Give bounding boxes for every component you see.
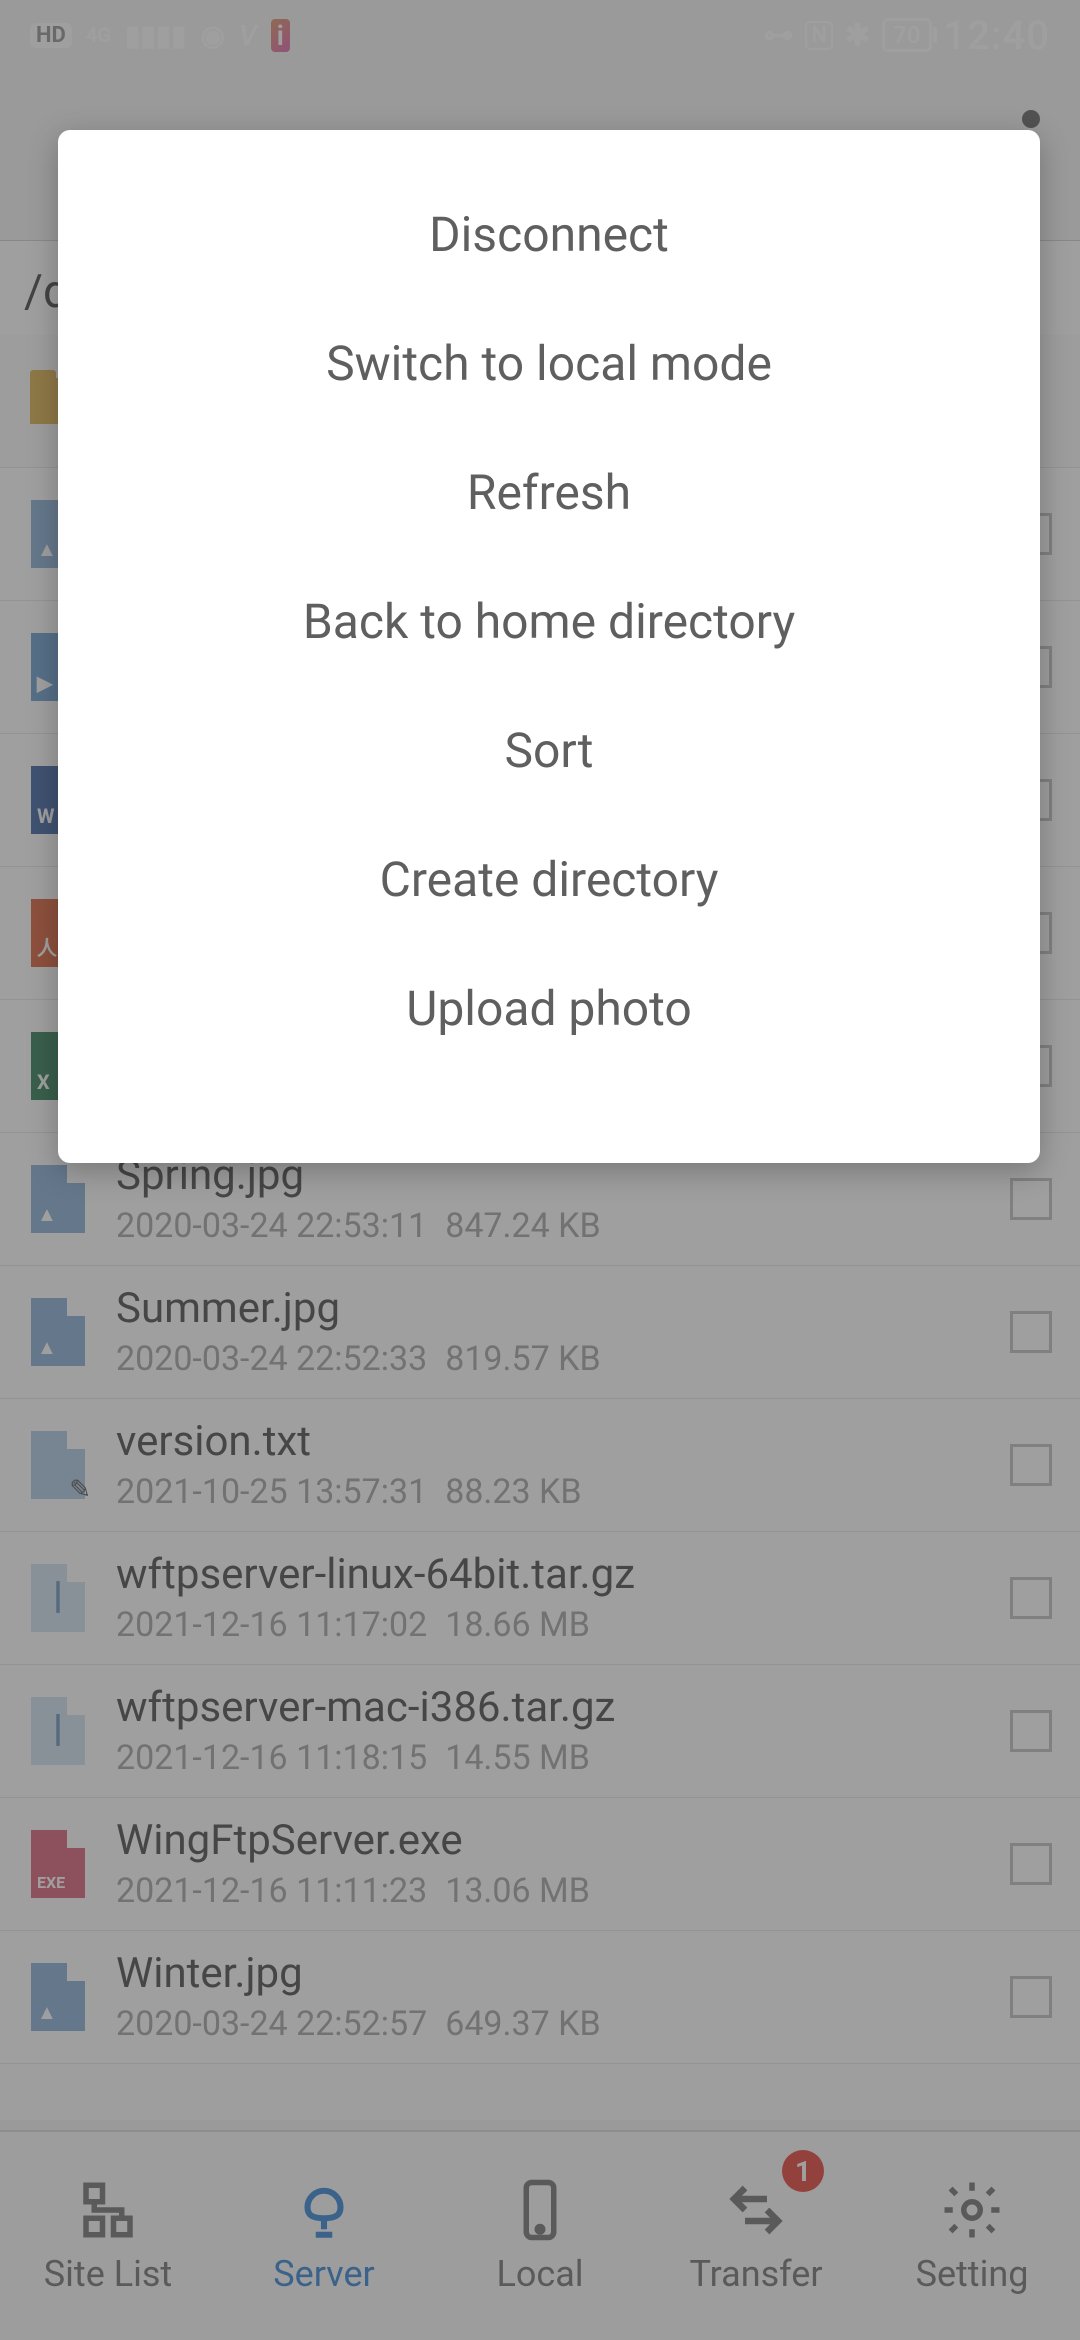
menu-item-switch-to-local-mode[interactable]: Switch to local mode <box>78 299 1020 428</box>
menu-item-disconnect[interactable]: Disconnect <box>78 170 1020 299</box>
menu-item-sort[interactable]: Sort <box>78 686 1020 815</box>
menu-item-create-directory[interactable]: Create directory <box>78 815 1020 944</box>
context-menu-popup: DisconnectSwitch to local modeRefreshBac… <box>58 130 1040 1163</box>
menu-item-upload-photo[interactable]: Upload photo <box>78 944 1020 1073</box>
menu-item-back-to-home-directory[interactable]: Back to home directory <box>78 557 1020 686</box>
menu-item-refresh[interactable]: Refresh <box>78 428 1020 557</box>
